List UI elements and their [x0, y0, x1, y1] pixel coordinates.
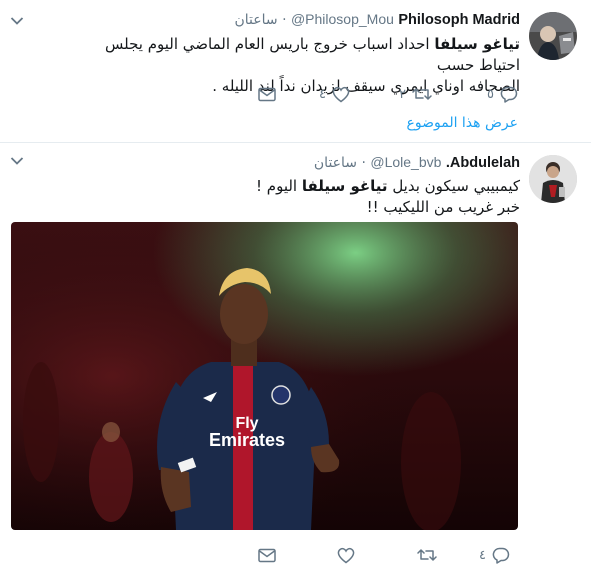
author-name[interactable]: Philosoph Madrid [398, 12, 520, 28]
message-button[interactable] [258, 84, 276, 104]
reply-icon [492, 547, 510, 564]
like-icon [332, 86, 350, 102]
author-name[interactable]: Abdulelah. [446, 155, 520, 171]
caret-down-icon[interactable] [10, 155, 28, 169]
avatar[interactable] [529, 155, 577, 203]
timestamp[interactable]: ساعتان [314, 155, 357, 171]
separator-dot: · [361, 155, 366, 171]
tweet-text-line-1: تياغو سيلفا احداد اسباب خروج باريس العام… [104, 35, 520, 74]
avatar[interactable] [529, 12, 577, 60]
author-handle[interactable]: @Philosop_Mou [291, 11, 394, 27]
message-button[interactable] [258, 545, 276, 565]
mention-highlight[interactable]: تياغو سيلفا [302, 177, 388, 195]
like-icon [337, 547, 355, 563]
tweet-text-line-1: كيمبيبي سيكون بديل تياغو سيلفا اليوم ! [256, 177, 520, 195]
timestamp[interactable]: ساعتان [234, 12, 277, 28]
retweet-button[interactable]: ٢ [399, 84, 432, 104]
reply-button[interactable]: ٥ [487, 84, 518, 104]
tweet-text: كيمبيبي سيكون بديل تياغو سيلفا اليوم ! خ… [60, 176, 520, 218]
author-handle[interactable]: @Lole_bvb [370, 154, 441, 170]
reply-button[interactable]: ٤ [479, 545, 510, 565]
tweet-header: Abdulelah. @Lole_bvb · ساعتان [314, 154, 520, 171]
retweet-icon [412, 88, 432, 100]
retweet-button[interactable] [417, 545, 437, 565]
tweet-header: Philosoph Madrid @Philosop_Mou · ساعتان [234, 11, 520, 28]
reply-icon [500, 86, 518, 103]
caret-down-icon[interactable] [10, 15, 28, 29]
show-thread-link[interactable]: عرض هذا الموضوع [407, 115, 518, 131]
tweet-2[interactable]: Abdulelah. @Lole_bvb · ساعتان كيمبيبي سي… [0, 143, 591, 573]
retweet-icon [417, 549, 437, 561]
mention-highlight[interactable]: تياغو سيلفا [434, 35, 520, 53]
tweet-actions: ٥ ٢ ٤ [255, 84, 520, 104]
like-button[interactable] [337, 545, 355, 565]
like-button[interactable]: ٤ [319, 84, 350, 104]
tweet-photo[interactable]: Fly Emirates [11, 222, 518, 530]
message-icon [258, 87, 276, 101]
tweet-actions: ٤ [255, 545, 520, 565]
separator-dot: · [282, 12, 287, 28]
tweet-1[interactable]: Philosoph Madrid @Philosop_Mou · ساعتان … [0, 0, 591, 142]
jersey-sponsor-line2: Emirates [209, 430, 285, 450]
tweet-text-line-2: خبر غريب من الليكيب !! [366, 198, 520, 216]
message-icon [258, 548, 276, 562]
